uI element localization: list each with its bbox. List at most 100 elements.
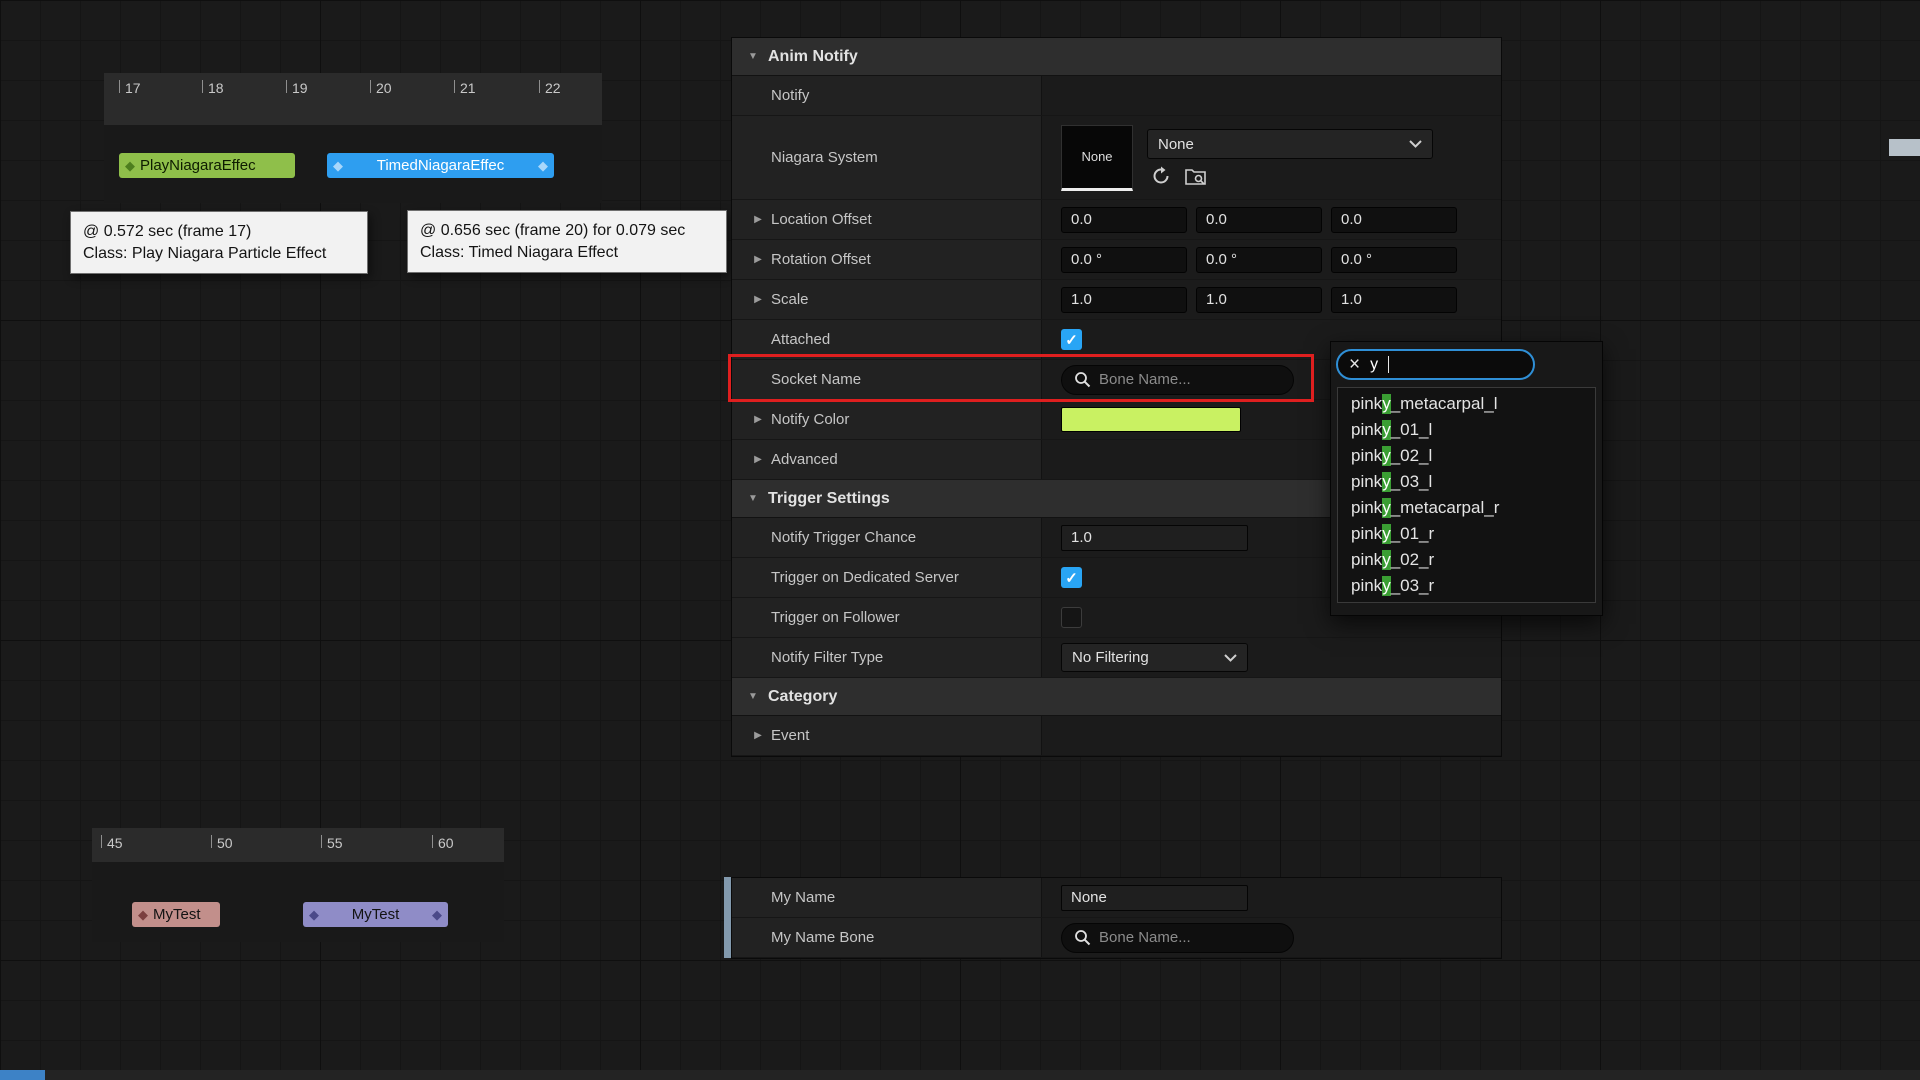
bone-list-item[interactable]: pinky_01_r bbox=[1338, 521, 1595, 547]
row-label: Notify Color bbox=[771, 411, 849, 428]
location-z-field[interactable]: 0.0 bbox=[1331, 207, 1457, 233]
location-x-field[interactable]: 0.0 bbox=[1061, 207, 1187, 233]
location-y-field[interactable]: 0.0 bbox=[1196, 207, 1322, 233]
notify-trigger-chance-field[interactable]: 1.0 bbox=[1061, 525, 1248, 551]
row-label: Advanced bbox=[771, 451, 838, 468]
row-notify-filter-type: Notify Filter Type No Filtering bbox=[732, 638, 1501, 678]
bone-list-item[interactable]: pinky_03_r bbox=[1338, 573, 1595, 599]
notify-track-top: 17 18 19 20 21 22 ◆ PlayNiagaraEffec ◆ T… bbox=[104, 73, 602, 203]
frame-tick: 55 bbox=[321, 835, 343, 851]
expander-icon[interactable]: ▶ bbox=[752, 294, 764, 305]
chevron-down-icon bbox=[1409, 140, 1422, 148]
scale-y-field[interactable]: 1.0 bbox=[1196, 287, 1322, 313]
bottom-blue-bar bbox=[0, 1070, 45, 1080]
scale-z-field[interactable]: 1.0 bbox=[1331, 287, 1457, 313]
bone-name-pre: pink bbox=[1351, 472, 1382, 492]
search-icon bbox=[1074, 929, 1091, 946]
row-label: Location Offset bbox=[771, 211, 872, 228]
match-highlight: y bbox=[1382, 420, 1391, 440]
socket-name-search[interactable] bbox=[1061, 365, 1294, 395]
bone-list-item[interactable]: pinky_02_l bbox=[1338, 443, 1595, 469]
my-name-bone-input[interactable] bbox=[1099, 929, 1281, 946]
timeline-ruler-bottom[interactable]: 45 50 55 60 bbox=[92, 828, 504, 862]
search-query: y bbox=[1370, 356, 1378, 374]
clear-search-icon[interactable]: × bbox=[1349, 355, 1360, 374]
bone-list-item[interactable]: pinky_02_r bbox=[1338, 547, 1595, 573]
frame-number: 18 bbox=[208, 80, 224, 96]
match-highlight: y bbox=[1382, 446, 1391, 466]
bone-name-post: _03_r bbox=[1391, 576, 1434, 596]
bottom-edge-bar bbox=[0, 1070, 1920, 1080]
bone-search-field[interactable]: × y bbox=[1336, 349, 1535, 380]
row-location-offset: ▶ Location Offset 0.0 0.0 0.0 bbox=[732, 200, 1501, 240]
bone-name-pre: pink bbox=[1351, 576, 1382, 596]
right-edge-scrollbar[interactable] bbox=[1889, 139, 1920, 156]
my-name-bone-search[interactable] bbox=[1061, 923, 1294, 953]
match-highlight: y bbox=[1382, 498, 1391, 518]
expander-icon[interactable]: ▶ bbox=[752, 414, 764, 425]
notify-diamond-icon: ◆ bbox=[333, 159, 343, 172]
notify-tag-label: TimedNiagaraEffec bbox=[377, 157, 505, 174]
viewport: 17 18 19 20 21 22 ◆ PlayNiagaraEffec ◆ T… bbox=[0, 0, 1920, 1080]
section-title: Anim Notify bbox=[768, 48, 858, 66]
bone-list-item[interactable]: pinky_03_l bbox=[1338, 469, 1595, 495]
frame-number: 22 bbox=[545, 80, 561, 96]
chevron-down-icon[interactable]: ▼ bbox=[747, 51, 759, 62]
panel-accent-bar bbox=[724, 877, 731, 958]
row-label: Attached bbox=[771, 331, 830, 348]
row-my-name: My Name None bbox=[732, 878, 1501, 918]
socket-name-input[interactable] bbox=[1099, 371, 1281, 388]
bone-list-item[interactable]: pinky_metacarpal_r bbox=[1338, 495, 1595, 521]
section-anim-notify[interactable]: ▼ Anim Notify bbox=[732, 38, 1501, 76]
section-category[interactable]: ▼ Category bbox=[732, 678, 1501, 716]
notify-tag-label: MyTest bbox=[352, 906, 400, 923]
notify-tag-label: MyTest bbox=[153, 906, 201, 923]
tooltip-class: Class: Timed Niagara Effect bbox=[420, 242, 714, 264]
expander-icon[interactable]: ▶ bbox=[752, 254, 764, 265]
search-icon bbox=[1074, 371, 1091, 388]
notify-color-swatch[interactable] bbox=[1061, 407, 1241, 432]
dropdown-value: No Filtering bbox=[1072, 649, 1149, 666]
bone-name-pre: pink bbox=[1351, 446, 1382, 466]
use-selected-asset-icon[interactable] bbox=[1151, 166, 1171, 186]
rotation-z-field[interactable]: 0.0 ° bbox=[1331, 247, 1457, 273]
expander-icon[interactable]: ▶ bbox=[752, 454, 764, 465]
asset-thumbnail-label: None bbox=[1081, 149, 1112, 164]
timeline-ruler-top[interactable]: 17 18 19 20 21 22 bbox=[104, 73, 602, 125]
notify-tag-mytest-2[interactable]: ◆ MyTest ◆ bbox=[303, 902, 448, 927]
match-highlight: y bbox=[1382, 550, 1391, 570]
my-name-field[interactable]: None bbox=[1061, 885, 1248, 911]
notify-tag-play-niagara[interactable]: ◆ PlayNiagaraEffec bbox=[119, 153, 295, 178]
rotation-y-field[interactable]: 0.0 ° bbox=[1196, 247, 1322, 273]
bone-name-post: _01_r bbox=[1391, 524, 1434, 544]
bone-list-item[interactable]: pinky_metacarpal_l bbox=[1338, 391, 1595, 417]
expander-icon[interactable]: ▶ bbox=[752, 730, 764, 741]
trigger-on-follower-checkbox[interactable] bbox=[1061, 607, 1082, 628]
niagara-system-dropdown[interactable]: None bbox=[1147, 129, 1433, 159]
bone-list-item[interactable]: pinky_01_l bbox=[1338, 417, 1595, 443]
asset-thumbnail[interactable]: None bbox=[1061, 125, 1133, 191]
frame-tick: 45 bbox=[101, 835, 123, 851]
trigger-on-dedicated-server-checkbox[interactable]: ✓ bbox=[1061, 567, 1082, 588]
notify-tag-mytest-1[interactable]: ◆ MyTest bbox=[132, 902, 220, 927]
notify-tag-timed-niagara[interactable]: ◆ TimedNiagaraEffec ◆ bbox=[327, 153, 554, 178]
bone-name-post: _01_l bbox=[1391, 420, 1433, 440]
bone-name-post: _02_l bbox=[1391, 446, 1433, 466]
notify-diamond-icon: ◆ bbox=[432, 908, 442, 921]
scale-x-field[interactable]: 1.0 bbox=[1061, 287, 1187, 313]
rotation-x-field[interactable]: 0.0 ° bbox=[1061, 247, 1187, 273]
browse-to-asset-icon[interactable] bbox=[1185, 167, 1206, 186]
my-name-panel: My Name None My Name Bone bbox=[731, 877, 1502, 959]
text-caret bbox=[1388, 356, 1389, 373]
chevron-down-icon[interactable]: ▼ bbox=[747, 493, 759, 504]
row-label: Notify Filter Type bbox=[771, 649, 883, 666]
attached-checkbox[interactable]: ✓ bbox=[1061, 329, 1082, 350]
notify-diamond-icon: ◆ bbox=[138, 908, 148, 921]
match-highlight: y bbox=[1382, 576, 1391, 596]
chevron-down-icon[interactable]: ▼ bbox=[747, 691, 759, 702]
expander-icon[interactable]: ▶ bbox=[752, 214, 764, 225]
section-title: Category bbox=[768, 688, 837, 706]
bone-picker-popup: × y pinky_metacarpal_l pinky_01_l pinky_… bbox=[1330, 341, 1603, 616]
notify-filter-type-dropdown[interactable]: No Filtering bbox=[1061, 643, 1248, 672]
match-highlight: y bbox=[1382, 394, 1391, 414]
